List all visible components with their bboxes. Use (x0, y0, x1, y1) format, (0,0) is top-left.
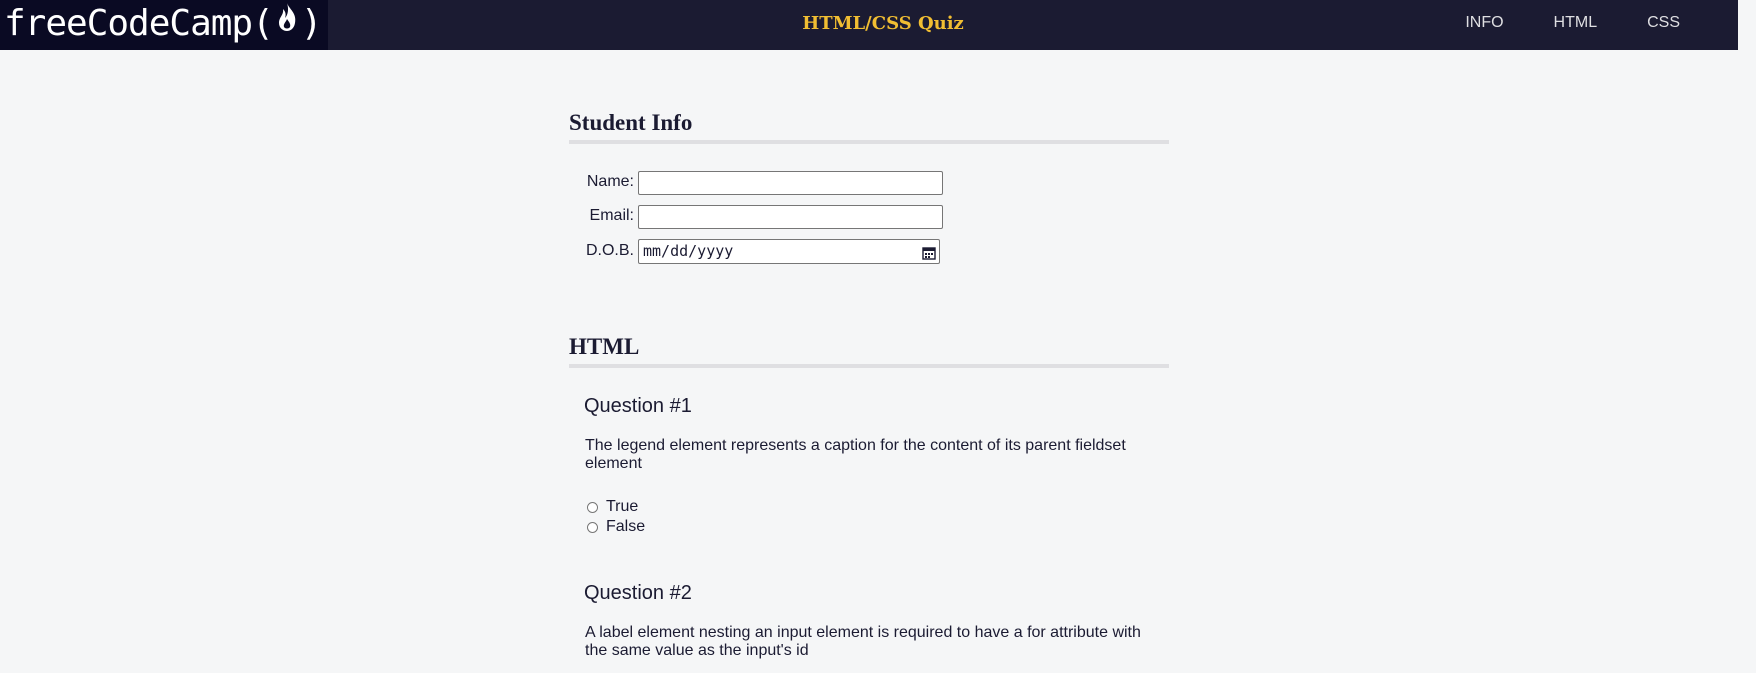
name-field[interactable] (638, 171, 943, 195)
top-navbar: freeCodeCamp() HTML/CSS Quiz INFO HTML C… (0, 0, 1738, 50)
question-2-text: A label element nesting an input element… (585, 624, 1141, 659)
question-2-title: Question #2 (584, 582, 692, 604)
radio-button[interactable] (587, 521, 598, 533)
dob-placeholder: mm/dd/yyyy (643, 242, 734, 260)
nav-link-info[interactable]: INFO (1465, 14, 1503, 32)
calendar-icon[interactable] (922, 244, 936, 266)
dob-label: D.O.B. (585, 242, 634, 259)
nav-link-html[interactable]: HTML (1554, 14, 1598, 32)
option-label: False (606, 518, 646, 535)
scrollbar[interactable] (1738, 0, 1756, 673)
nav-links: INFO HTML CSS (1465, 14, 1680, 32)
question-1-title: Question #1 (584, 395, 692, 417)
question-1-text: The legend element represents a caption … (585, 437, 1126, 472)
dob-date-input[interactable]: mm/dd/yyyy (638, 239, 940, 264)
email-label: Email: (589, 207, 634, 224)
question-1-option-false[interactable]: False (587, 518, 645, 536)
option-label: True (606, 498, 639, 515)
email-field[interactable] (638, 205, 943, 229)
question-1-option-true[interactable]: True (587, 498, 638, 516)
name-label: Name: (586, 173, 634, 190)
html-section-heading: HTML (569, 334, 1169, 368)
nav-link-css[interactable]: CSS (1647, 14, 1680, 32)
student-info-heading: Student Info (569, 110, 1169, 144)
radio-button[interactable] (587, 501, 598, 513)
